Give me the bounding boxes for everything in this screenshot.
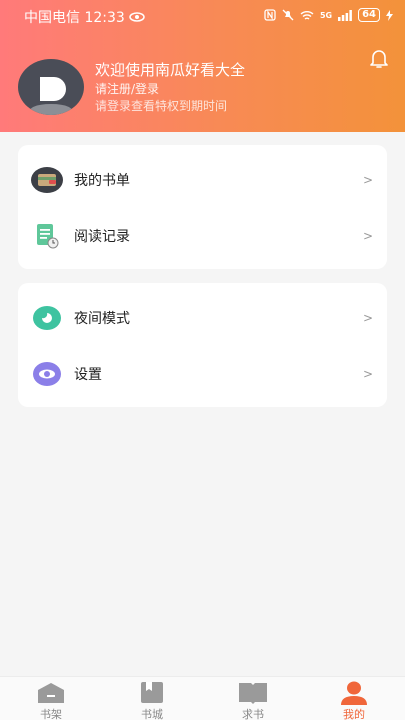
tab-label: 书城 [141,708,163,720]
bookshelf-icon [38,683,64,703]
menu-item-label: 我的书单 [74,173,130,189]
profile-header: 中国电信 12:33 5G 64 欢迎使用南瓜好看大全 请注册/登录 请登录查看… [0,0,405,132]
tab-bookshelf[interactable]: 书架 [21,681,81,720]
status-bar: 中国电信 12:33 5G 64 [0,0,405,32]
menu-item-label: 夜间模式 [74,311,130,327]
privilege-hint: 请登录查看特权到期时间 [95,99,228,113]
menu-item-my-booklist[interactable]: 我的书单 > [18,152,387,208]
chevron-right-icon: > [362,173,373,187]
bell-icon[interactable] [367,46,391,70]
tab-bookstore[interactable]: 书城 [122,681,182,720]
menu-item-label: 阅读记录 [74,229,130,245]
menu-card-library: 我的书单 > 阅读记录 > [18,145,387,269]
tab-label: 求书 [242,708,264,720]
carrier-time: 中国电信 12:33 [24,10,125,26]
tab-mine[interactable]: 我的 [324,681,384,720]
tab-request-book[interactable]: 求书 [223,681,283,720]
menu-item-reading-history[interactable]: 阅读记录 > [18,208,387,264]
welcome-title: 欢迎使用南瓜好看大全 [95,61,246,79]
welcome-block[interactable]: 欢迎使用南瓜好看大全 请注册/登录 请登录查看特权到期时间 [95,60,245,114]
request-book-icon [239,683,267,704]
default-avatar-icon [28,77,74,115]
menu-item-settings[interactable]: 设置 > [18,346,387,402]
charging-icon [386,9,393,21]
menu-item-label: 设置 [74,367,102,383]
chevron-right-icon: > [362,311,373,325]
bookstore-icon [141,682,163,703]
signal-icon [338,9,352,21]
avatar[interactable] [18,59,84,115]
tab-label: 书架 [40,708,62,720]
profile-icon [341,681,367,705]
network-type: 5G [319,10,333,20]
tab-label: 我的 [343,708,365,720]
eye-icon [129,12,145,22]
reading-record-icon [31,222,63,250]
wallet-icon [31,166,63,194]
register-login-link[interactable]: 请注册/登录 [95,81,245,97]
settings-icon [31,360,63,388]
bottom-tab-bar: 书架 书城 求书 我的 [0,676,405,720]
night-mode-icon [31,304,63,332]
chevron-right-icon: > [362,229,373,243]
nfc-icon [264,9,276,21]
menu-card-settings: 夜间模式 > 设置 > [18,283,387,407]
chevron-right-icon: > [362,367,373,381]
battery-indicator: 64 [358,8,380,22]
menu-item-night-mode[interactable]: 夜间模式 > [18,290,387,346]
wifi-icon [300,10,314,20]
mute-icon [282,9,294,21]
